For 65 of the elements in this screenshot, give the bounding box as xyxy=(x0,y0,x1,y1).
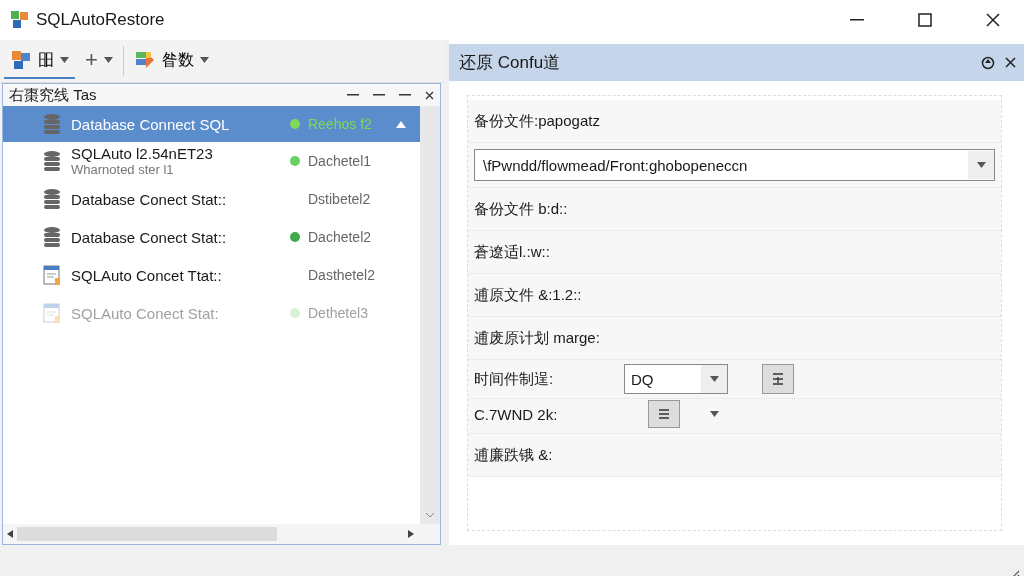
menu-icon xyxy=(658,408,670,420)
scroll-right-icon[interactable] xyxy=(408,530,414,538)
minimize-icon[interactable] xyxy=(850,19,864,21)
database-icon xyxy=(43,226,61,248)
menu-button[interactable] xyxy=(648,400,680,428)
task-status: Dachetel1 xyxy=(308,153,372,169)
toolbar-button[interactable]: 昍 xyxy=(4,43,75,79)
task-title: Database Conect Stat:: xyxy=(71,190,228,208)
database-icon xyxy=(43,188,61,210)
caret-icon xyxy=(976,162,986,168)
task-title: SQLAuto Concet Ttat:: xyxy=(71,266,223,284)
time-dropdown[interactable]: DQ xyxy=(624,364,728,394)
caret-icon xyxy=(60,57,69,63)
task-item[interactable]: Database Conect Stat:: Dachetel2 xyxy=(3,218,420,256)
caret-icon xyxy=(709,376,719,382)
scroll-down-icon[interactable] xyxy=(425,512,435,518)
app-logo-icon xyxy=(10,10,30,30)
field-label: C.7WND 2k: xyxy=(474,405,559,423)
task-status: Dachetel2 xyxy=(308,229,372,245)
field-label: 逋原文件 &:1.2:: xyxy=(474,285,582,305)
minimize-icon[interactable] xyxy=(399,94,411,96)
task-status: Dstibetel2 xyxy=(308,191,371,207)
scroll-left-icon[interactable] xyxy=(7,530,13,538)
task-title: Database Connect SQL xyxy=(71,115,231,133)
field-label: 蒼遼适l.:w:: xyxy=(474,242,550,262)
task-subtitle: Wharnoted ster l1 xyxy=(71,162,175,177)
document-icon xyxy=(43,264,61,286)
task-item[interactable]: SQLAuto l2.54nET23 Wharnoted ster l1 Dachetel1 xyxy=(3,142,420,180)
close-icon[interactable] xyxy=(1005,57,1016,68)
task-title: SQLAuto l2.54nET23 xyxy=(71,145,214,162)
field-label: 时间件制逞: xyxy=(474,369,555,389)
field-label: 逋廉跌锇 &: xyxy=(474,445,553,465)
dropdown-caret-icon xyxy=(710,411,719,417)
options-button[interactable] xyxy=(762,364,794,394)
field-label: 逋废原计划 marge: xyxy=(474,328,600,348)
maximize-icon[interactable] xyxy=(918,13,932,27)
field-label: 备份文件:papogatz xyxy=(474,111,600,131)
task-item[interactable]: SQLAuto Concet Ttat:: Dasthetel2 xyxy=(3,256,420,294)
database-icon xyxy=(43,113,61,135)
scrollbar-thumb[interactable] xyxy=(17,527,277,541)
toolbar-button[interactable]: + xyxy=(79,43,119,79)
chart-icon xyxy=(133,49,156,71)
task-item[interactable]: Database Conect Stat:: Dstibetel2 xyxy=(3,180,420,218)
caret-icon xyxy=(199,57,209,63)
task-title: SQLAuto Conect Stat: xyxy=(71,304,220,322)
close-icon[interactable] xyxy=(425,90,434,100)
adjust-icon xyxy=(772,372,784,386)
collapse-icon[interactable] xyxy=(396,120,406,128)
toolbar-button[interactable]: 昝数 xyxy=(127,43,241,79)
document-icon xyxy=(43,302,61,324)
panel-title: 右棗究线 Tas xyxy=(9,85,98,105)
task-title: Database Conect Stat:: xyxy=(71,228,228,246)
caret-icon xyxy=(103,57,113,63)
panel-title: 还原 Confu道 xyxy=(459,52,562,74)
database-icon xyxy=(43,150,61,172)
close-icon[interactable] xyxy=(986,13,1000,27)
app-icon xyxy=(10,49,32,71)
file-path-dropdown[interactable]: \fPwndd/flowmead/Front:ghobopeneccn xyxy=(474,149,995,181)
minimize-icon[interactable] xyxy=(373,94,385,96)
task-status: Dasthetel2 xyxy=(308,267,375,283)
field-label: 备份文件 b:d:: xyxy=(474,199,568,219)
window-title: SQLAutoRestore xyxy=(36,10,166,30)
minimize-icon[interactable] xyxy=(347,94,359,96)
task-status: Dethetel3 xyxy=(308,305,368,321)
task-status: Reehos f2 xyxy=(308,116,372,132)
